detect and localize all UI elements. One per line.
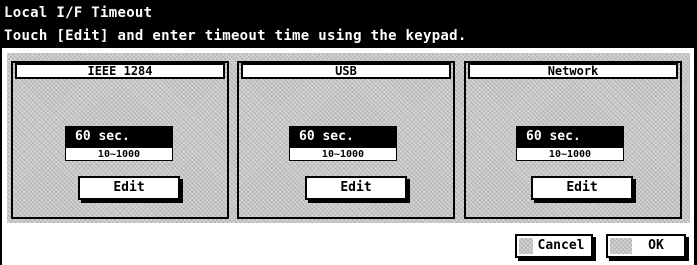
cancel-button-pattern	[519, 238, 533, 254]
screen-title: Local I/F Timeout	[4, 5, 153, 21]
range-network: 10~1000	[516, 148, 624, 161]
range-ieee1284: 10~1000	[65, 148, 173, 161]
edit-button-network[interactable]: Edit	[531, 176, 633, 200]
edit-button-ieee1284[interactable]: Edit	[78, 176, 180, 200]
left-border	[0, 48, 2, 265]
timeout-value-usb: 60 sec.	[289, 126, 397, 148]
cancel-button-label: Cancel	[537, 238, 585, 253]
instruction-text: Touch [Edit] and enter timeout time usin…	[4, 28, 467, 44]
ok-button-label: OK	[648, 238, 664, 253]
ok-button-pattern	[610, 238, 632, 254]
panel-label-usb: USB	[241, 63, 451, 79]
ok-button[interactable]: OK	[606, 234, 686, 258]
timeout-value-network: 60 sec.	[516, 126, 624, 148]
screen-header: Local I/F Timeout Touch [Edit] and enter…	[0, 0, 697, 48]
range-usb: 10~1000	[289, 148, 397, 161]
edit-button-usb[interactable]: Edit	[305, 176, 407, 200]
panel-label-ieee1284: IEEE 1284	[15, 63, 225, 79]
panel-label-network: Network	[468, 63, 678, 79]
timeout-value-ieee1284: 60 sec.	[65, 126, 173, 148]
cancel-button[interactable]: Cancel	[515, 234, 593, 258]
